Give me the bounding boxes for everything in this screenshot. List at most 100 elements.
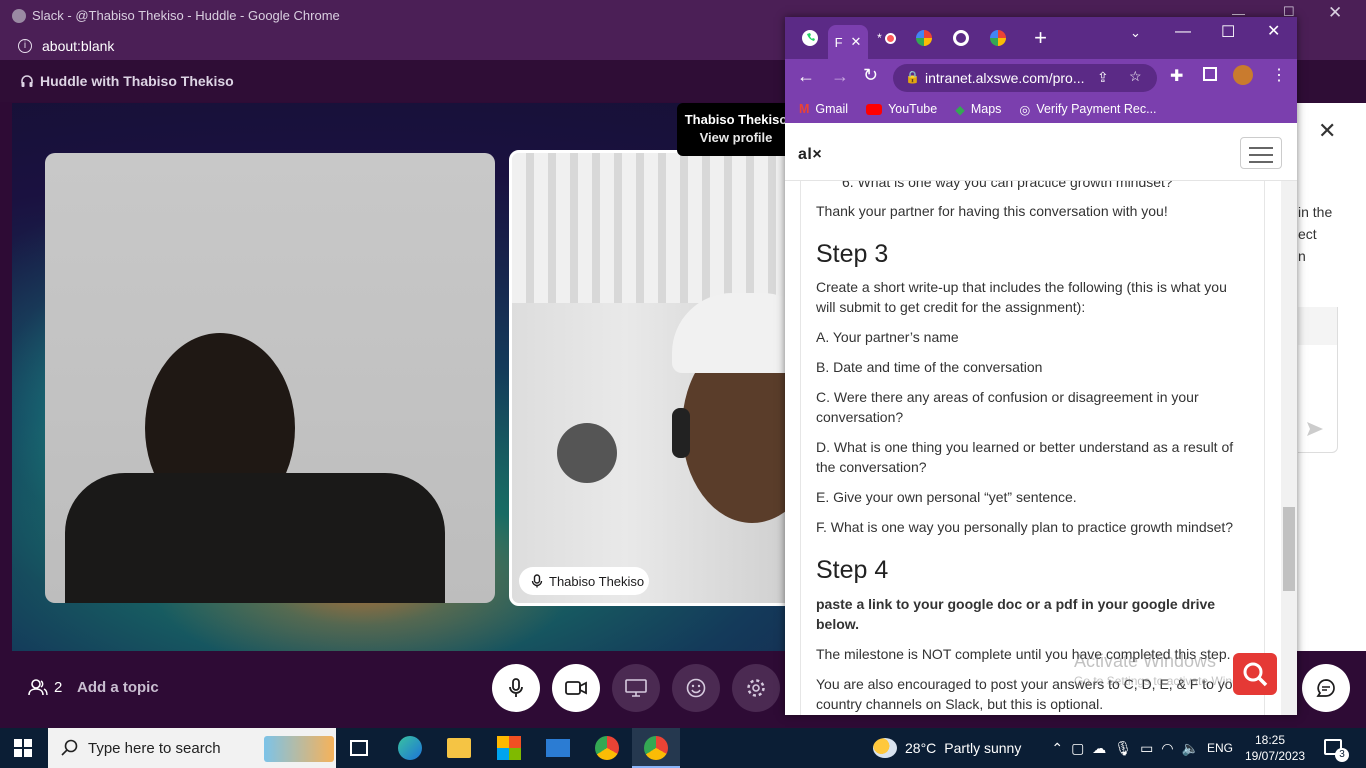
bookmark-youtube[interactable]: YouTube [866,102,937,116]
tab-whatsapp[interactable] [791,22,828,54]
weather-text[interactable]: Partly sunny [944,740,1021,756]
search-icon [61,739,78,756]
volume-icon[interactable]: 🔈 [1182,740,1199,757]
send-icon[interactable] [1306,421,1324,437]
windows-start-icon[interactable] [14,739,32,757]
huddle-thread-button[interactable] [1302,664,1350,712]
participants-button[interactable]: 2 [28,678,62,696]
info-icon[interactable]: i [18,38,32,53]
task-view-icon[interactable] [350,740,368,756]
minimize-button[interactable]: — [1175,23,1191,41]
close-button[interactable]: ✕ [1267,21,1280,41]
hamburger-menu-icon[interactable] [1240,137,1282,169]
tab-search-icon[interactable]: ⌄ [1130,25,1141,41]
windows-taskbar: Type here to search 28°C Partly sunny ⌃ … [0,728,1366,768]
list-item: F. What is one way you personally plan t… [816,519,1234,535]
headphones-icon [21,75,33,87]
scrollbar[interactable] [1281,181,1297,715]
url-text: intranet.alxswe.com/pro... [925,70,1085,86]
battery-icon[interactable]: ▭ [1140,740,1153,757]
thank-line: Thank your partner for having this conve… [816,203,1168,219]
camera-button[interactable] [552,664,600,712]
microphone-icon [509,678,523,697]
store-icon[interactable] [497,736,521,760]
taskbar-search-box[interactable]: Type here to search [48,728,336,768]
time: 18:25 [1254,733,1286,747]
chevron-up-icon[interactable]: ⌃ [1051,740,1063,757]
add-topic-button[interactable]: Add a topic [77,679,159,696]
side-panel-icon[interactable] [1203,67,1217,81]
lock-icon: 🔒 [905,70,920,84]
clock[interactable]: 18:25 19/07/2023 [1245,732,1305,764]
huddle-title: Huddle with Thabiso Thekiso [40,73,234,89]
bookmark-maps[interactable]: ◆ Maps [955,102,1001,117]
bookmark-star-icon[interactable]: ☆ [1129,68,1142,85]
microphone-icon[interactable]: 🎙 [1114,740,1132,757]
settings-button[interactable] [732,664,780,712]
edge-icon[interactable] [398,736,422,760]
file-explorer-icon[interactable] [447,738,471,758]
back-icon[interactable]: ← [797,66,815,87]
curtain [512,153,796,303]
composer-toolbar [1298,307,1338,345]
gear-icon [747,679,765,697]
view-profile-link[interactable]: View profile [677,130,795,145]
chrome-icon [12,8,26,23]
search-placeholder: Type here to search [88,739,221,757]
record-icon [884,32,896,44]
microphone-button[interactable] [492,664,540,712]
window-title: Slack - @Thabiso Thekiso - Huddle - Goog… [32,8,340,23]
scrollbar-thumb[interactable] [1283,507,1295,591]
chrome-icon[interactable] [595,736,619,760]
tab-recording[interactable]: * [868,22,905,54]
maximize-button[interactable]: ☐ [1221,22,1235,42]
menu-icon[interactable]: ⋮ [1271,65,1287,85]
chromium-icon [952,30,969,46]
bookmark-verify-payment[interactable]: ◎ Verify Payment Rec... [1019,102,1156,117]
bookmark-label: Maps [970,102,1002,116]
participant-count: 2 [54,678,63,696]
panel-line: ect [1298,226,1317,242]
bookmark-label: Verify Payment Rec... [1036,102,1157,116]
alx-logo[interactable]: al× [798,146,822,164]
wifi-icon[interactable]: ◠ [1161,740,1173,757]
google-icon [989,30,1006,46]
chrome-window: F ✕ * + ⌄ — ☐ ✕ ← → ↻ ✚ ⋮ 🔒 intranet.alx… [785,17,1297,715]
profile-tooltip[interactable]: Thabiso Thekiso View profile [677,103,795,156]
language-indicator[interactable]: ENG [1207,741,1233,755]
share-screen-button[interactable] [612,664,660,712]
bookmarks-bar: M Gmail YouTube ◆ Maps ◎ Verify Payment Rec… [785,95,1297,123]
video-tile-thabiso[interactable] [509,150,799,606]
search-floating-button[interactable] [1233,653,1277,695]
avatar[interactable] [1233,65,1253,85]
bookmark-gmail[interactable]: M Gmail [799,102,848,116]
list-item: 6. What is one way you can practice grow… [842,181,1173,190]
onedrive-icon[interactable]: ☁ [1092,740,1106,757]
tab-google[interactable] [905,22,942,54]
new-tab-button[interactable]: + [1022,22,1059,54]
mail-icon[interactable] [546,739,570,757]
share-icon[interactable]: ⇪ [1097,69,1109,86]
tab-close-icon[interactable]: ✕ [851,34,862,50]
extensions-icon[interactable]: ✚ [1170,66,1183,86]
chat-bubble-icon [1316,679,1335,697]
weather-icon [873,738,897,758]
emoji-button[interactable] [672,664,720,712]
close-panel-icon[interactable]: ✕ [1318,118,1336,144]
meet-icon[interactable]: ▢ [1071,740,1084,757]
fan [557,423,617,483]
tab-google-2[interactable] [979,22,1016,54]
globe-icon: ◎ [1019,102,1031,117]
tab-alx-active[interactable]: F ✕ [828,25,868,59]
weather-temp[interactable]: 28°C [905,740,936,756]
search-highlight-image [264,736,334,762]
url-bar[interactable]: 🔒 intranet.alxswe.com/pro... ⇪ ☆ [893,64,1157,92]
video-tile-self[interactable] [45,153,495,603]
screen-share-icon [625,679,647,697]
tab-chromium[interactable] [942,22,979,54]
list-item: A. Your partner’s name [816,329,959,345]
head-wrap [672,293,796,373]
forward-icon[interactable]: → [831,66,849,87]
close-button[interactable]: ✕ [1328,3,1342,23]
reload-icon[interactable]: ↻ [863,65,878,86]
